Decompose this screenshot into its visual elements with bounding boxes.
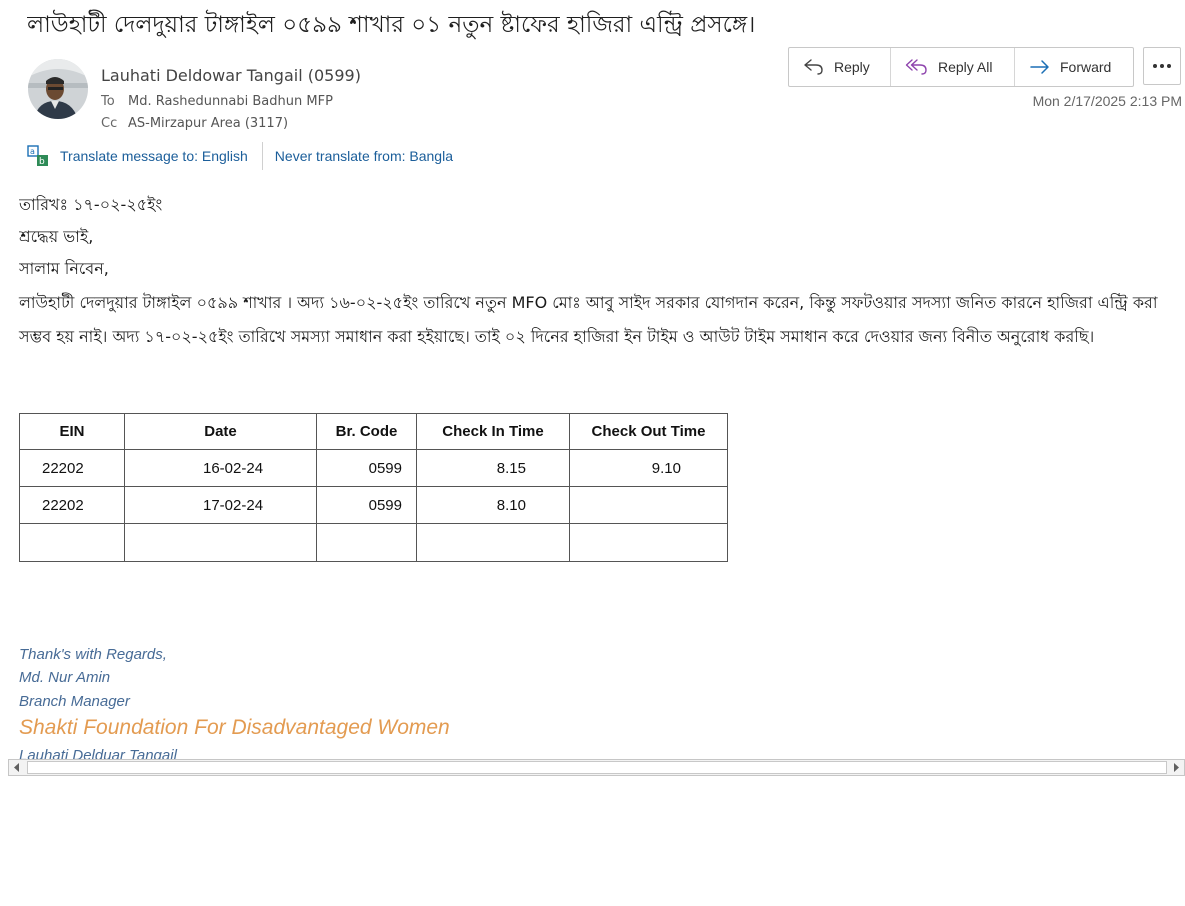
table-cell-date: 17-02-24 [124,486,317,524]
message-body: তারিখঃ ১৭-০২-২৫ইং শ্রদ্ধেয় ভাই, সালাম ন… [19,190,1179,354]
cc-recipient[interactable]: AS-Mirzapur Area (3117) [128,116,288,131]
table-cell-ein: 22202 [19,449,125,487]
signature-organization: Shakti Foundation For Disadvantaged Wome… [19,716,450,739]
reply-icon [804,59,823,75]
svg-text:b: b [39,157,45,167]
table-cell-date [124,523,317,562]
table-row: 22202 16-02-24 0599 8.15 9.10 [19,449,728,487]
table-cell-date: 16-02-24 [124,449,317,487]
signature-title: Branch Manager [19,693,130,710]
body-salutation: সালাম নিবেন, [19,259,109,278]
scroll-thumb[interactable] [27,761,1167,774]
never-translate-link[interactable]: Never translate from: Bangla [275,148,453,164]
avatar[interactable] [28,59,88,119]
table-header-row: EIN Date Br. Code Check In Time Check Ou… [19,413,728,450]
table-cell-check-in: 8.15 [416,449,570,487]
translate-bar: a b Translate message to: English Never … [27,142,453,170]
translate-icon: a b [27,145,48,167]
table-cell-check-out: 9.10 [569,449,728,487]
column-header-date: Date [124,413,317,450]
table-cell-branch-code: 0599 [316,449,417,487]
caret-right-icon [1174,763,1179,772]
column-header-ein: EIN [19,413,125,450]
table-cell-check-in: 8.10 [416,486,570,524]
to-row: To Md. Rashedunnabi Badhun MFP [101,94,333,109]
message-actions: Reply Reply All Forward [788,47,1134,87]
column-header-check-out: Check Out Time [569,413,728,450]
signature-thanks: Thank's with Regards, [19,646,167,663]
translate-message-link[interactable]: Translate message to: English [60,148,248,164]
more-icon [1153,64,1171,68]
table-cell-ein: 22202 [19,486,125,524]
table-cell-branch-code: 0599 [316,486,417,524]
body-paragraph: লাউহাটী দেলদুয়ার টাঙ্গাইল ০৫৯৯ শাখার । … [19,293,1158,346]
table-cell-branch-code [316,523,417,562]
scroll-left-arrow[interactable] [9,760,25,775]
svg-text:a: a [30,147,35,156]
signature-overflow-clip: Lauhati Delduar Tangail [0,743,1185,759]
reply-label: Reply [834,59,870,75]
cc-row: Cc AS-Mirzapur Area (3117) [101,116,288,131]
reply-all-icon [905,59,927,75]
table-row [19,523,728,562]
signature-branch: Lauhati Delduar Tangail [19,747,177,759]
signature-name: Md. Nur Amin [19,669,111,686]
scroll-right-arrow[interactable] [1168,760,1184,775]
table-cell-check-out [569,523,728,562]
caret-left-icon [14,763,19,772]
to-recipient[interactable]: Md. Rashedunnabi Badhun MFP [128,94,333,109]
sent-datetime: Mon 2/17/2025 2:13 PM [1032,93,1182,109]
reply-all-label: Reply All [938,59,993,75]
cc-label: Cc [101,116,118,131]
table-cell-ein [19,523,125,562]
forward-button[interactable]: Forward [1015,48,1133,86]
email-subject: লাউহাটী দেলদুয়ার টাঙ্গাইল ০৫৯৯ শাখার ০১… [27,12,756,38]
sender-name[interactable]: Lauhati Deldowar Tangail (0599) [101,66,361,85]
horizontal-scrollbar[interactable] [8,759,1185,776]
reply-button[interactable]: Reply [789,48,891,86]
column-header-branch-code: Br. Code [316,413,417,450]
forward-icon [1030,60,1049,74]
attendance-table: EIN Date Br. Code Check In Time Check Ou… [19,413,728,562]
table-cell-check-in [416,523,570,562]
forward-label: Forward [1060,59,1112,75]
column-header-check-in: Check In Time [416,413,570,450]
table-cell-check-out [569,486,728,524]
avatar-photo [28,59,88,119]
reply-all-button[interactable]: Reply All [891,48,1015,86]
body-greeting: শ্রদ্ধেয় ভাই, [19,227,94,246]
divider [261,142,263,170]
to-label: To [101,94,115,109]
body-date-line: তারিখঃ ১৭-০২-২৫ইং [19,195,163,214]
table-row: 22202 17-02-24 0599 8.10 [19,486,728,524]
more-actions-button[interactable] [1143,47,1181,85]
